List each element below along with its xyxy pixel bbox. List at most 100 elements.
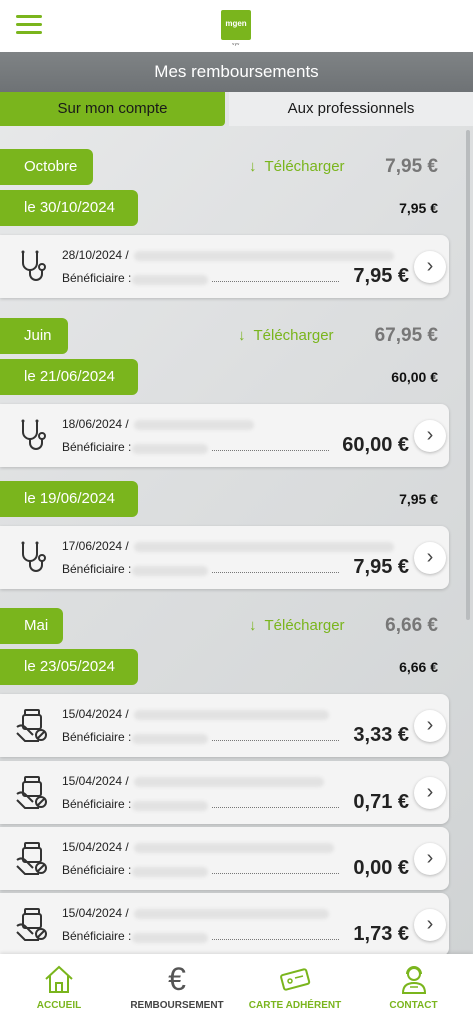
download-link-octobre[interactable]: ↓ Télécharger <box>249 149 345 185</box>
page-title: Mes remboursements <box>0 52 473 92</box>
dotted-leader <box>212 807 339 808</box>
chevron-right-icon[interactable]: › <box>414 843 446 875</box>
dotted-leader <box>212 450 329 451</box>
beneficiary-label: Bénéficiaire : <box>62 929 132 943</box>
pharmacy-icon <box>16 842 47 875</box>
euro-icon: € <box>168 962 186 996</box>
entry-amount: 60,00 € <box>342 434 409 456</box>
entry-amount: 0,00 € <box>353 857 409 879</box>
month-pill-mai: Mai <box>0 608 63 644</box>
date-amount: 7,95 € <box>399 491 438 507</box>
entry-date: 28/10/2024 / <box>62 248 129 262</box>
entry-amount: 3,33 € <box>353 724 409 746</box>
beneficiary-label: Bénéficiaire : <box>62 797 132 811</box>
entry-amount: 7,95 € <box>353 265 409 287</box>
date-amount: 6,66 € <box>399 659 438 675</box>
chevron-right-icon[interactable]: › <box>414 420 446 452</box>
beneficiary-label: Bénéficiaire : <box>62 730 132 744</box>
date-pill: le 21/06/2024 <box>0 359 138 395</box>
stethoscope-icon <box>21 419 46 450</box>
date-pill: le 30/10/2024 <box>0 190 138 226</box>
advisor-icon <box>401 966 426 994</box>
reimbursement-card[interactable]: 15/04/2024 / Bénéficiaire : 3,33 € › <box>0 694 449 757</box>
date-pill: le 19/06/2024 <box>0 481 138 517</box>
dotted-leader <box>212 281 339 282</box>
tab-aux-professionnels[interactable]: Aux professionnels <box>229 92 473 126</box>
bottom-navigation: ACCUEIL € REMBOURSEMENT CARTE ADHÉRENT C… <box>0 954 473 1024</box>
entry-date: 18/06/2024 / <box>62 417 129 431</box>
month-total-mai: 6,66 € <box>385 615 438 636</box>
redacted-beneficiary <box>132 933 208 943</box>
entry-amount: 7,95 € <box>353 556 409 578</box>
chevron-right-icon[interactable]: › <box>414 710 446 742</box>
entry-amount: 1,73 € <box>353 923 409 945</box>
redacted-provider <box>134 710 329 720</box>
redacted-beneficiary <box>132 867 208 877</box>
dotted-leader <box>212 740 339 741</box>
reimbursement-card[interactable]: 15/04/2024 / Bénéficiaire : 0,00 € › <box>0 827 449 890</box>
date-pill: le 23/05/2024 <box>0 649 138 685</box>
pharmacy-icon <box>16 776 47 809</box>
beneficiary-label: Bénéficiaire : <box>62 863 132 877</box>
card-icon <box>280 968 311 991</box>
stethoscope-icon <box>21 541 46 572</box>
redacted-provider <box>134 420 254 430</box>
entry-amount: 0,71 € <box>353 791 409 813</box>
nav-carte-adherent[interactable]: CARTE ADHÉRENT <box>236 954 354 1024</box>
mgen-logo: mgen <box>221 10 251 40</box>
nav-remboursement[interactable]: € REMBOURSEMENT <box>118 954 236 1024</box>
redacted-beneficiary <box>132 275 208 285</box>
reimbursement-card[interactable]: 28/10/2024 / Bénéficiaire : 7,95 € › <box>0 235 449 298</box>
entry-date: 17/06/2024 / <box>62 539 129 553</box>
dotted-leader <box>212 572 339 573</box>
svg-text:€: € <box>168 962 186 996</box>
chevron-right-icon[interactable]: › <box>414 909 446 941</box>
dotted-leader <box>212 873 339 874</box>
reimbursement-card[interactable]: 17/06/2024 / Bénéficiaire : 7,95 € › <box>0 526 449 589</box>
redacted-provider <box>134 542 394 552</box>
top-bar: mgen vyv <box>0 0 473 52</box>
nav-contact[interactable]: CONTACT <box>354 954 473 1024</box>
beneficiary-label: Bénéficiaire : <box>62 271 132 285</box>
date-amount: 7,95 € <box>399 200 438 216</box>
redacted-provider <box>134 251 394 261</box>
download-link-juin[interactable]: ↓ Télécharger <box>238 318 334 354</box>
reimbursement-card[interactable]: 18/06/2024 / Bénéficiaire : 60,00 € › <box>0 404 449 467</box>
chevron-right-icon[interactable]: › <box>414 542 446 574</box>
month-pill-octobre: Octobre <box>0 149 93 185</box>
entry-date: 15/04/2024 / <box>62 774 129 788</box>
entry-date: 15/04/2024 / <box>62 707 129 721</box>
month-total-octobre: 7,95 € <box>385 156 438 177</box>
tab-sur-mon-compte[interactable]: Sur mon compte <box>0 92 225 126</box>
stethoscope-icon <box>21 250 46 281</box>
date-amount: 60,00 € <box>391 369 438 385</box>
redacted-beneficiary <box>132 444 208 454</box>
redacted-beneficiary <box>132 734 208 744</box>
redacted-provider <box>134 777 324 787</box>
download-arrow-icon: ↓ <box>249 158 257 175</box>
reimbursement-card[interactable]: 15/04/2024 / Bénéficiaire : 1,73 € › <box>0 893 449 956</box>
pharmacy-icon <box>16 908 47 941</box>
redacted-provider <box>134 909 329 919</box>
redacted-beneficiary <box>132 801 208 811</box>
redacted-provider <box>134 843 334 853</box>
redacted-beneficiary <box>132 566 208 576</box>
beneficiary-label: Bénéficiaire : <box>62 440 132 454</box>
hamburger-icon[interactable] <box>16 15 42 35</box>
download-link-mai[interactable]: ↓ Télécharger <box>249 608 345 644</box>
scrollbar[interactable] <box>466 130 470 620</box>
month-pill-juin: Juin <box>0 318 68 354</box>
beneficiary-label: Bénéficiaire : <box>62 562 132 576</box>
nav-accueil[interactable]: ACCUEIL <box>0 954 118 1024</box>
chevron-right-icon[interactable]: › <box>414 251 446 283</box>
reimbursement-card[interactable]: 15/04/2024 / Bénéficiaire : 0,71 € › <box>0 761 449 824</box>
entry-date: 15/04/2024 / <box>62 840 129 854</box>
entry-date: 15/04/2024 / <box>62 906 129 920</box>
download-arrow-icon: ↓ <box>238 327 246 344</box>
dotted-leader <box>212 939 339 940</box>
logo-subtext: vyv <box>232 41 240 46</box>
month-total-juin: 67,95 € <box>374 325 438 346</box>
download-arrow-icon: ↓ <box>249 617 257 634</box>
home-icon <box>45 965 73 993</box>
chevron-right-icon[interactable]: › <box>414 777 446 809</box>
